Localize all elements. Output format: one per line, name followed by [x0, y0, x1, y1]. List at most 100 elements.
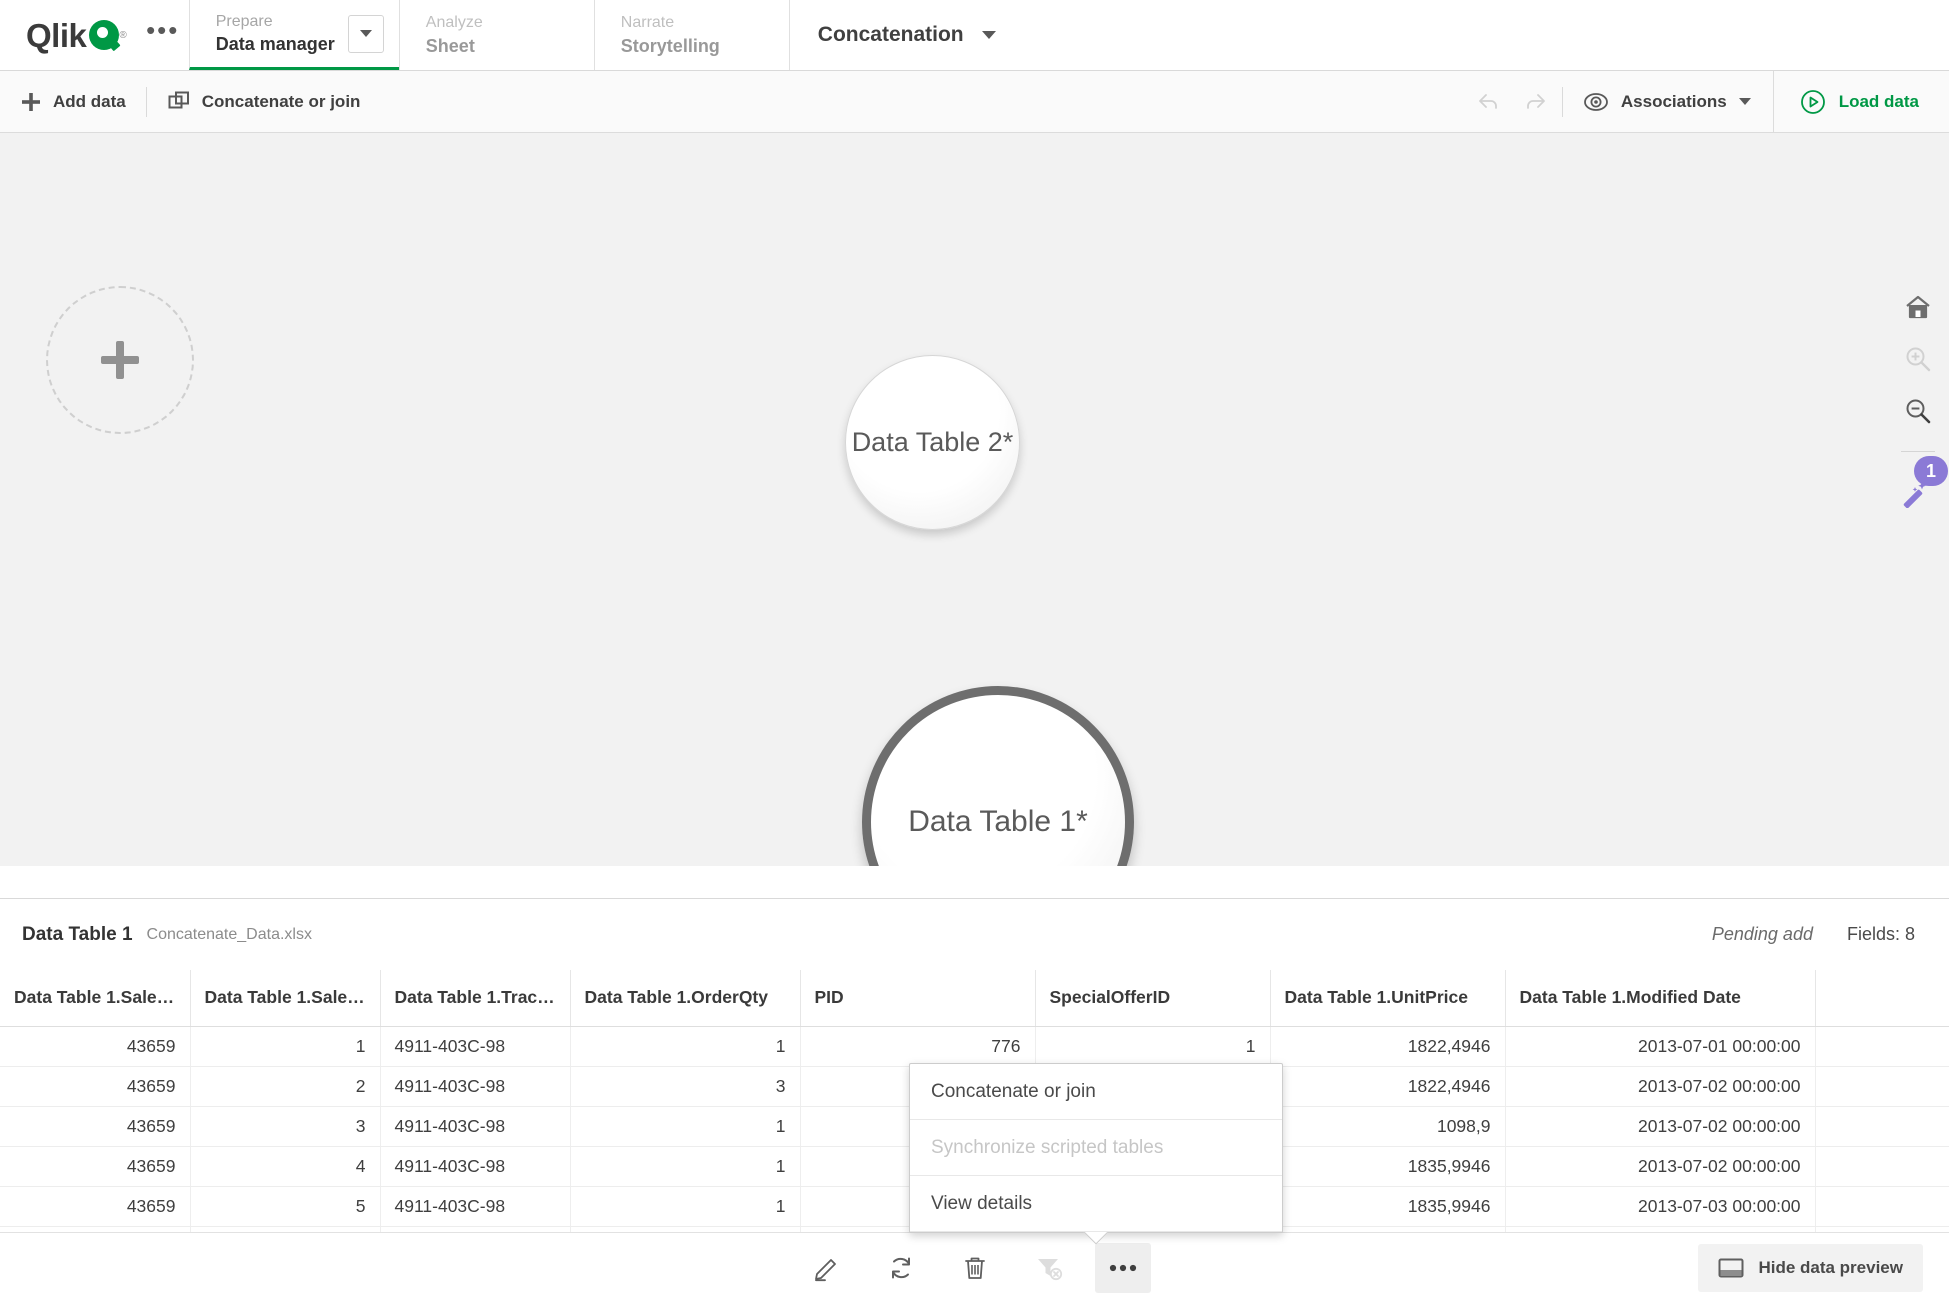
load-data-label: Load data — [1838, 91, 1919, 111]
recommended-associations-button[interactable]: 1 — [1892, 456, 1948, 516]
plus-icon — [116, 341, 124, 379]
data-manager-app: Qlik ® ••• Prepare Data manager Analyze S… — [0, 0, 1949, 1302]
edit-table-button[interactable] — [799, 1243, 855, 1293]
panel-icon — [1718, 1258, 1744, 1277]
undo-button[interactable] — [1462, 71, 1512, 132]
nav-item-analyze-main: Sheet — [425, 35, 475, 56]
zoom-out-button[interactable] — [1892, 385, 1944, 437]
table-bubble-label: Data Table 2* — [851, 427, 1014, 457]
zoom-out-icon — [1906, 399, 1931, 424]
top-navigation-bar: Qlik ® ••• Prepare Data manager Analyze S… — [0, 0, 1949, 71]
refresh-icon — [891, 1257, 910, 1278]
column-header-salesorderid[interactable]: Data Table 1.SalesOr… — [0, 970, 191, 1027]
ellipsis-icon — [1109, 1264, 1136, 1271]
cell-modifieddate: 2013-07-02 00:00:00 — [1505, 1106, 1816, 1147]
column-header-trackingnumber[interactable]: Data Table 1.Tracking… — [380, 970, 571, 1027]
associations-button[interactable]: Associations — [1563, 71, 1773, 132]
context-menu-item-view-details[interactable]: View details — [910, 1176, 1282, 1232]
context-menu-item-concatenate-or-join[interactable]: Concatenate or join — [910, 1064, 1282, 1120]
table-bubble-data-table-1[interactable]: Data Table 1* — [862, 686, 1134, 866]
qlik-logo-text: Qlik — [26, 16, 87, 54]
zoom-in-icon — [1906, 347, 1931, 372]
cell-modifieddate: 2013-07-03 00:00:00 — [1505, 1186, 1816, 1227]
nav-overflow-menu-icon[interactable]: ••• — [137, 0, 189, 70]
cell-salesorderid: 43659 — [0, 1106, 191, 1147]
associations-label: Associations — [1620, 91, 1727, 111]
cell-specialofferid: 1 — [1035, 1026, 1271, 1067]
cell-modifieddate: 2013-07-02 00:00:00 — [1505, 1066, 1816, 1107]
load-data-button[interactable]: Load data — [1772, 71, 1949, 132]
preview-source-file: Concatenate_Data.xlsx — [146, 925, 312, 943]
cell-unitprice: 1835,9946 — [1270, 1146, 1506, 1187]
cell-pid: 776 — [800, 1026, 1036, 1067]
nav-item-prepare[interactable]: Prepare Data manager — [188, 0, 399, 70]
chevron-down-icon — [1738, 98, 1751, 105]
filter-remove-icon — [1037, 1258, 1062, 1280]
cell-spacer — [1815, 1146, 1949, 1187]
app-title: Concatenation — [817, 23, 964, 46]
cell-orderqty: 3 — [570, 1066, 801, 1107]
column-header-orderqty[interactable]: Data Table 1.OrderQty — [570, 970, 801, 1027]
plus-icon — [22, 92, 40, 111]
redo-button[interactable] — [1512, 71, 1562, 132]
data-preview-header: Data Table 1 Concatenate_Data.xlsx Pendi… — [0, 898, 1949, 970]
cell-trackingnumber: 4911-403C-98 — [380, 1026, 571, 1067]
cell-spacer — [1815, 1066, 1949, 1107]
cell-salesorderid: 43659 — [0, 1066, 191, 1107]
cell-orderqty: 1 — [570, 1146, 801, 1187]
zoom-in-button[interactable] — [1892, 333, 1944, 385]
column-header-modifieddate[interactable]: Data Table 1.Modified Date — [1505, 970, 1816, 1027]
cell-trackingnumber: 4911-403C-98 — [380, 1106, 571, 1147]
app-title-dropdown[interactable]: Concatenation — [788, 0, 1024, 70]
status-badge: Pending add — [1711, 924, 1813, 944]
chevron-down-icon — [981, 31, 996, 39]
column-header-unitprice[interactable]: Data Table 1.UnitPrice — [1270, 970, 1506, 1027]
nav-item-narrate-sub: Narrate — [620, 14, 675, 32]
cell-orderqty: 1 — [570, 1026, 801, 1067]
table-header-row: Data Table 1.SalesOr… Data Table 1.Sales… — [0, 970, 1949, 1027]
more-actions-button[interactable] — [1094, 1242, 1151, 1293]
concatenate-icon — [168, 91, 189, 108]
preview-table-name: Data Table 1 — [22, 923, 133, 945]
cell-orderqty: 1 — [570, 1106, 801, 1147]
bottom-action-group — [799, 1242, 1151, 1293]
table-row[interactable]: 43659 1 4911-403C-98 1 776 1 1822,4946 2… — [0, 1026, 1949, 1067]
data-manager-toolbar: Add data Concatenate or join Association… — [0, 71, 1949, 133]
nav-item-narrate[interactable]: Narrate Storytelling — [593, 0, 789, 70]
preview-header-meta: Pending add Fields: 8 — [1712, 924, 1927, 945]
table-actions-context-menu: Concatenate or join Synchronize scripted… — [909, 1063, 1283, 1233]
cell-orderqty: 1 — [570, 1186, 801, 1227]
cell-salesorderid: 43659 — [0, 1146, 191, 1187]
nav-item-analyze[interactable]: Analyze Sheet — [398, 0, 594, 70]
data-model-canvas[interactable]: Data Table 2* Data Table 1* 1 — [0, 133, 1949, 866]
delete-table-button[interactable] — [947, 1243, 1003, 1293]
add-data-button[interactable]: Add data — [0, 71, 146, 132]
hide-data-preview-label: Hide data preview — [1758, 1257, 1903, 1277]
table-bubble-data-table-2[interactable]: Data Table 2* — [845, 355, 1020, 530]
add-table-placeholder[interactable] — [46, 286, 194, 434]
cell-unitprice: 1822,4946 — [1270, 1026, 1506, 1067]
qlik-logo[interactable]: Qlik ® — [0, 0, 137, 70]
nav-item-analyze-sub: Analyze — [425, 14, 483, 32]
qlik-logo-icon — [89, 20, 120, 50]
concatenate-or-join-label: Concatenate or join — [201, 91, 361, 111]
nav-prepare-dropdown-button[interactable] — [347, 14, 384, 53]
nav-item-prepare-main: Data manager — [215, 34, 335, 55]
home-button[interactable] — [1892, 281, 1944, 333]
column-header-salesorderdetailid[interactable]: Data Table 1.SalesOr… — [190, 970, 381, 1027]
toolbar-right-group: Associations Load data — [1462, 71, 1949, 132]
column-header-pid[interactable]: PID — [800, 970, 1036, 1027]
table-bubble-label: Data Table 1* — [908, 805, 1088, 838]
trash-icon — [964, 1257, 985, 1279]
cell-modifieddate: 2013-07-01 00:00:00 — [1505, 1026, 1816, 1067]
context-menu-item-synchronize-scripted-tables: Synchronize scripted tables — [910, 1120, 1282, 1176]
column-header-specialofferid[interactable]: SpecialOfferID — [1035, 970, 1271, 1027]
cell-salesorderdetailid: 2 — [190, 1066, 381, 1107]
pencil-icon — [814, 1258, 836, 1281]
concatenate-or-join-button[interactable]: Concatenate or join — [147, 71, 381, 132]
cell-salesorderid: 43659 — [0, 1026, 191, 1067]
cell-trackingnumber: 4911-403C-98 — [380, 1066, 571, 1107]
refresh-table-button[interactable] — [873, 1243, 929, 1293]
hide-data-preview-button[interactable]: Hide data preview — [1698, 1243, 1923, 1292]
context-menu-pointer — [1082, 1232, 1108, 1245]
